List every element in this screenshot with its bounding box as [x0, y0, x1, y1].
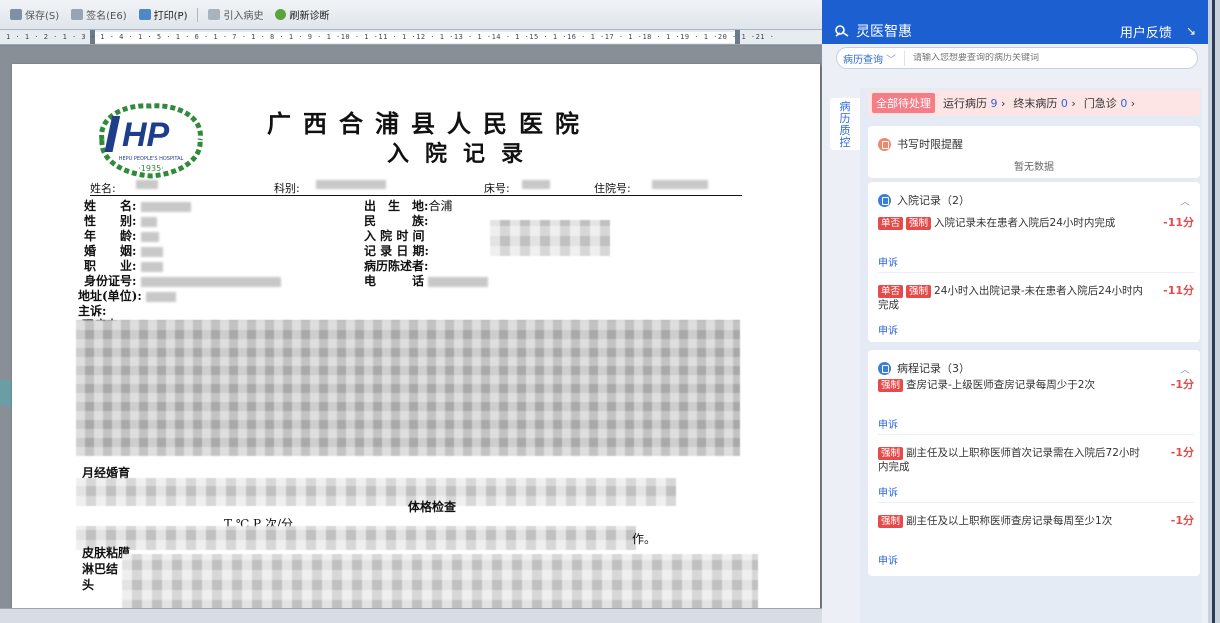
- score-deduction: -1分: [1170, 446, 1194, 459]
- rule-item[interactable]: 强制 副主任及以上职称医师首次记录需在入院后72小时内完成 -1分: [878, 446, 1194, 474]
- logo-subtitle: HEPU PEOPLE'S HOSPITAL: [119, 156, 184, 162]
- time-reminder-title: 书写时限提醒: [897, 138, 963, 151]
- section-title: 病程记录（3）: [897, 362, 970, 375]
- refresh-diagnosis-label: 刷新诊断: [289, 11, 330, 22]
- medical-record-page[interactable]: HP HEPU PEOPLE'S HOSPITAL ·1935· 广西合浦县人民…: [12, 64, 820, 623]
- tab-record-qc[interactable]: 病 历 质 控: [830, 98, 860, 150]
- progress-note-section: 病程记录（3） ︿ 强制 查房记录-上级医师查房记录每周少于2次 -1分 申诉 强…: [868, 350, 1200, 576]
- editor-toolbar: 保存(S) 签名(E6) 打印(P) 引入病史 刷新诊断: [0, 0, 822, 30]
- save-button[interactable]: 保存(S): [4, 5, 65, 24]
- document-title: 入院记录: [387, 141, 540, 167]
- score-deduction: -1分: [1170, 378, 1194, 391]
- rule-item[interactable]: 单否 强制 入院记录未在患者入院后24小时内完成 -11分: [878, 216, 1194, 230]
- import-history-button[interactable]: 引入病史: [202, 5, 269, 24]
- search-input[interactable]: [913, 53, 1193, 63]
- print-button-label: 打印(P): [153, 11, 188, 22]
- redacted-menstrual-history: [76, 478, 676, 506]
- record-search-bar: 病历查询 ﹀: [836, 47, 1198, 69]
- score-deduction: -11分: [1163, 216, 1194, 229]
- user-feedback-link[interactable]: 用户反馈: [1120, 22, 1172, 41]
- lymph-label: 淋巴结: [82, 562, 119, 576]
- status-filter-row: 全部待处理 运行病历 9 › 终末病历 0 › 门急诊 0 ›: [868, 90, 1200, 116]
- header-dept-label: 科别:: [274, 182, 300, 195]
- panel-header: 灵医智惠 用户反馈 ↘: [822, 18, 1208, 44]
- chevron-up-icon[interactable]: ︿: [1180, 361, 1190, 376]
- save-button-label: 保存(S): [25, 11, 60, 22]
- toolbar-separator: [197, 7, 199, 22]
- rule-item[interactable]: 强制 副主任及以上职称医师查房记录每周至少1次 -1分: [878, 514, 1194, 528]
- physical-exam-label: 体格检查: [408, 500, 457, 514]
- chevron-down-icon: ﹀: [886, 54, 896, 66]
- import-history-label: 引入病史: [223, 11, 264, 22]
- appeal-link[interactable]: 申诉: [878, 254, 898, 269]
- redacted-vitals: [76, 526, 636, 550]
- save-icon: [10, 9, 22, 20]
- score-deduction: -11分: [1163, 284, 1194, 297]
- header-admission-no-label: 住院号:: [594, 182, 631, 195]
- hospital-logo: HP HEPU PEOPLE'S HOSPITAL ·1935·: [99, 103, 203, 179]
- collapse-icon[interactable]: ↘: [1186, 24, 1196, 38]
- sign-button-label: 签名(E6): [86, 11, 127, 22]
- brand-logo-icon: [835, 25, 849, 37]
- horizontal-ruler[interactable]: 1 · 1 · 2 · 1 · 3 · 1 · 4 · 1 · 5 · 1 · …: [0, 30, 822, 45]
- print-button[interactable]: 打印(P): [133, 5, 194, 24]
- horizontal-scrollbar[interactable]: [0, 608, 822, 623]
- rule-text: 查房记录-上级医师查房记录每周少于2次: [906, 379, 1095, 391]
- window-edge: [1208, 0, 1220, 623]
- section-title: 入院记录（2）: [897, 194, 970, 207]
- refresh-icon: [275, 9, 287, 20]
- brand: 灵医智惠: [834, 21, 912, 41]
- time-reminder-card: 书写时限提醒 暂无数据: [868, 126, 1200, 178]
- ruler-scale: 1 · 1 · 2 · 1 · 3 · 1 · 4 · 1 · 5 · 1 · …: [6, 33, 775, 41]
- appeal-link[interactable]: 申诉: [878, 322, 898, 337]
- appeal-link[interactable]: 申诉: [878, 416, 898, 431]
- svg-text:HP: HP: [122, 116, 170, 154]
- document-icon: [878, 361, 891, 375]
- brand-name: 灵医智惠: [856, 24, 912, 40]
- redacted-present-illness: [76, 320, 740, 456]
- qc-content: 全部待处理 运行病历 9 › 终末病历 0 › 门急诊 0 › 书写时限提醒 暂…: [860, 88, 1202, 623]
- sign-button[interactable]: 签名(E6): [65, 5, 132, 24]
- document-icon: [878, 193, 891, 207]
- tag-mandatory: 强制: [878, 379, 904, 392]
- filter-clinic[interactable]: 门急诊 0 ›: [1084, 95, 1135, 111]
- rule-text: 入院记录未在患者入院后24小时内完成: [934, 217, 1116, 229]
- score-deduction: -1分: [1170, 514, 1194, 527]
- header-name-label: 姓名:: [90, 182, 116, 195]
- rule-item[interactable]: 单否 强制 24小时入出院记录-未在患者入院后24小时内完成 -11分: [878, 284, 1194, 312]
- chevron-up-icon[interactable]: ︿: [1180, 193, 1190, 208]
- tag-mandatory: 强制: [906, 217, 932, 230]
- record-header-row: 姓名: 科别: 床号: 住院号:: [90, 180, 742, 196]
- search-type-select[interactable]: 病历查询 ﹀: [843, 50, 905, 66]
- qc-assistant-panel: 灵医智惠 用户反馈 ↘ 病历查询 ﹀ 病 历 质 控 全部待处理 运行病历 9 …: [822, 0, 1208, 623]
- empty-state: 暂无数据: [1014, 162, 1054, 173]
- print-icon: [138, 9, 151, 20]
- rule-text: 副主任及以上职称医师查房记录每周至少1次: [906, 515, 1113, 527]
- period-end-text: 作。: [632, 532, 657, 546]
- sign-icon: [71, 9, 84, 20]
- filter-all-pending[interactable]: 全部待处理: [872, 93, 935, 113]
- filter-final[interactable]: 终末病历 0 ›: [1013, 95, 1075, 111]
- clock-icon: [878, 137, 891, 151]
- import-icon: [208, 9, 221, 20]
- appeal-link[interactable]: 申诉: [878, 484, 898, 499]
- admission-record-section: 入院记录（2） ︿ 单否 强制 入院记录未在患者入院后24小时内完成 -11分 申诉…: [868, 182, 1200, 342]
- tag-single-veto: 单否: [878, 217, 904, 230]
- logo-year: ·1935·: [138, 164, 163, 173]
- rule-text: 副主任及以上职称医师首次记录需在入院后72小时内完成: [878, 447, 1140, 473]
- appeal-link[interactable]: 申诉: [878, 552, 898, 567]
- head-label: 头: [82, 578, 95, 592]
- rule-item[interactable]: 强制 查房记录-上级医师查房记录每周少于2次 -1分: [878, 378, 1194, 392]
- header-bed-label: 床号:: [484, 182, 510, 195]
- hospital-name: 广西合浦县人民医院: [267, 109, 591, 138]
- field-phone: 电 话: [364, 272, 489, 289]
- filter-running[interactable]: 运行病历 9 ›: [943, 95, 1005, 111]
- redacted-admission-info: [490, 220, 610, 256]
- refresh-diagnosis-button[interactable]: 刷新诊断: [269, 5, 335, 24]
